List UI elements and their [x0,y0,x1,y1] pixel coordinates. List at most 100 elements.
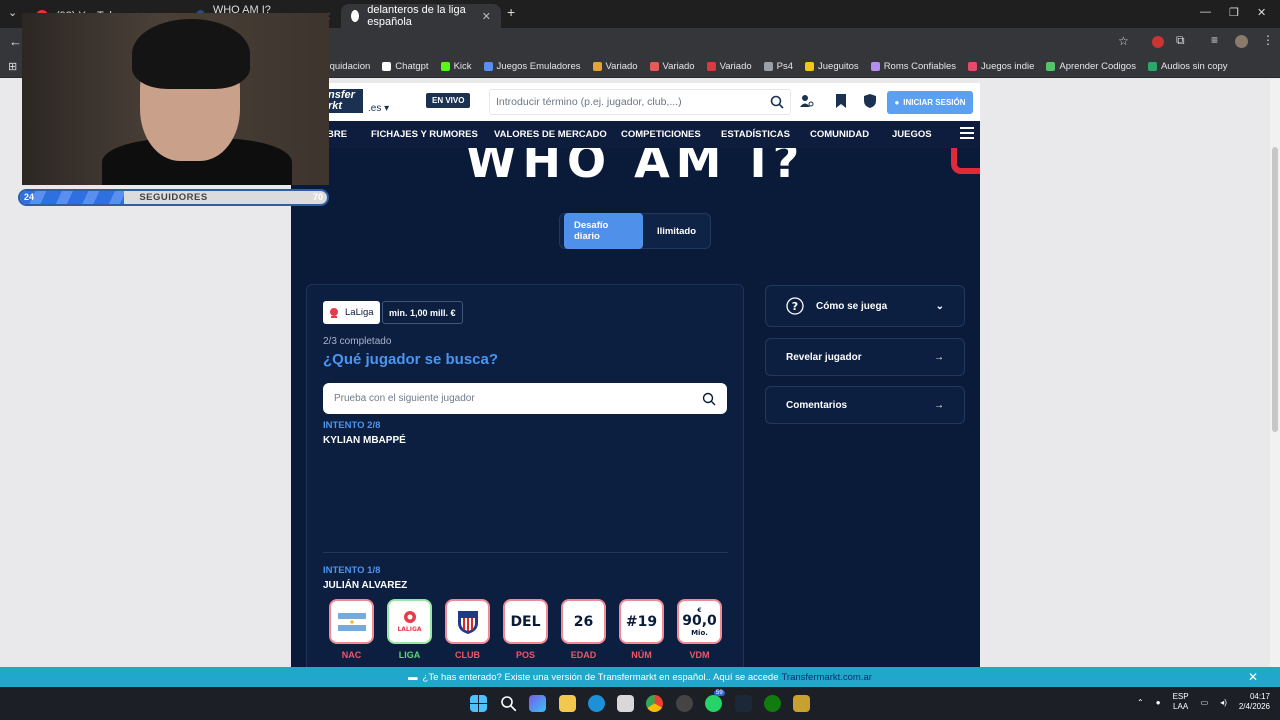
bookmark-favicon-icon [440,62,450,71]
chrome-icon[interactable] [646,695,663,712]
edge-icon[interactable] [588,695,605,712]
comments-button[interactable]: Comentarios → [765,386,965,424]
browser-menu-icon[interactable]: ⋮ [1262,33,1274,47]
attempt-label: INTENTO 1/8 [323,565,381,576]
bookmark-item[interactable]: Variado [649,61,695,72]
attempt-player-name: JULIÁN ALVAREZ [323,580,408,591]
nav-item-valores[interactable]: VALORES DE MERCADO [494,129,607,140]
app-icon[interactable] [676,695,693,712]
value-filter-pill[interactable]: min. 1,00 mill. € [382,301,463,324]
tab-list-icon[interactable]: ⌄ [8,6,17,19]
nav-item-estadisticas[interactable]: ESTADÍSTICAS [721,129,790,140]
login-label: INICIAR SESIÓN [903,98,966,107]
media-control-icon[interactable]: ≡ [1211,33,1218,47]
file-explorer-icon[interactable] [559,695,576,712]
tab-google-search[interactable]: delanteros de la liga española ✕ [341,4,501,28]
player-guess-input[interactable]: Prueba con el siguiente jugador [323,383,727,414]
clue-box [445,599,490,644]
search-icon[interactable] [702,392,716,406]
live-button[interactable]: EN VIVO [426,93,471,108]
locale-link[interactable]: Transfermarkt.com.ar [781,672,871,683]
whatsapp-icon[interactable]: 59 [705,690,725,712]
close-window-icon[interactable]: ✕ [1257,6,1266,19]
minimize-icon[interactable]: — [1200,6,1211,18]
bookmark-favicon-icon [1046,62,1056,71]
search-icon[interactable] [500,695,517,712]
tab-label: delanteros de la liga española [367,4,466,28]
tab-unlimited[interactable]: Ilimitado [647,219,706,244]
bookmark-item[interactable]: Roms Confiables [870,61,956,72]
bookmark-item[interactable]: Ps4 [763,61,793,72]
site-search-input[interactable]: Introducir término (p.ej. jugador, club,… [489,89,791,115]
user-search-icon[interactable] [799,93,815,109]
login-button[interactable]: ● INICIAR SESIÓN [887,91,973,114]
close-tab-icon[interactable]: ✕ [482,10,491,23]
store-icon[interactable] [617,695,634,712]
app-icon[interactable] [793,695,810,712]
new-tab-icon[interactable]: + [507,4,515,20]
volume-icon[interactable]: ◂) [1220,698,1227,707]
locale-label: .es [368,103,382,114]
chevron-up-icon[interactable]: ⌃ [1137,698,1144,707]
microphone-icon[interactable]: ● [1156,698,1161,707]
bookmark-item[interactable]: Juegos Emuladores [483,61,581,72]
attempt-label: INTENTO 2/8 [323,420,381,431]
bookmark-item[interactable]: Aprender Codigos [1046,61,1136,72]
clock-date: 2/4/2026 [1238,702,1270,711]
nav-item-juegos[interactable]: JUEGOS [892,129,932,140]
laliga-icon [330,307,338,318]
clock-time: 04:17 [1249,692,1270,701]
bookmark-item[interactable]: Kick [440,61,472,72]
nav-item-fichajes[interactable]: FICHAJES Y RUMORES [371,129,478,140]
bookmark-item[interactable]: Audios sin copy [1147,61,1228,72]
decorative-accent [951,148,980,174]
reveal-player-button[interactable]: Revelar jugador → [765,338,965,376]
extensions-puzzle-icon[interactable]: ⧉ [1176,33,1185,48]
close-icon[interactable]: ✕ [1248,670,1258,684]
profile-avatar[interactable] [1235,35,1248,48]
bookmark-item[interactable]: Variado [706,61,752,72]
bookmark-item[interactable]: Variado [592,61,638,72]
bookmark-star-icon[interactable]: ☆ [1118,34,1129,48]
google-icon [351,10,360,22]
shield-icon[interactable] [862,93,878,109]
watchlist-icon[interactable] [833,93,849,109]
help-icon: ? [786,297,804,315]
bookmark-favicon-icon [968,62,978,71]
arrow-right-icon: → [934,399,944,411]
hamburger-menu-icon[interactable] [960,127,974,141]
nav-item-inicio[interactable]: BRE [327,129,347,140]
transfermarkt-logo[interactable]: nsfer rkt [325,89,363,113]
steam-icon[interactable] [735,695,752,712]
atletico-madrid-crest-icon [457,610,478,634]
bookmark-item[interactable]: Jueguitos [805,61,859,72]
restore-icon[interactable]: ❐ [1229,6,1239,19]
apps-grid-icon[interactable]: ⊞ [8,60,17,73]
bookmark-label: Juegos Emuladores [496,61,581,72]
search-icon[interactable] [770,95,784,109]
how-to-play-toggle[interactable]: ? Cómo se juega ⌄ [765,285,965,327]
scrollbar-thumb[interactable] [1272,147,1278,432]
tab-daily-challenge[interactable]: Desafío diario [564,213,643,249]
extension-icon[interactable] [1152,36,1164,48]
xbox-icon[interactable] [764,695,781,712]
league-filter-pill[interactable]: LaLiga [323,301,380,324]
nav-item-competiciones[interactable]: COMPETICIONES [621,129,701,140]
bookmark-favicon-icon [805,62,815,71]
bookmark-favicon-icon [870,62,880,71]
argentina-flag-icon [337,612,366,631]
network-icon[interactable]: ▭ [1201,698,1209,707]
bookmark-item[interactable]: Chatgpt [382,61,429,72]
locale-selector[interactable]: .es ▾ [368,103,389,114]
bookmark-item[interactable]: Juegos indie [968,61,1034,72]
page-scrollbar[interactable] [1270,79,1280,667]
copilot-icon[interactable] [529,695,546,712]
nav-item-comunidad[interactable]: COMUNIDAD [810,129,869,140]
back-arrow-icon[interactable]: ← [9,34,22,49]
clock[interactable]: 04:17 2/4/2026 [1239,692,1270,712]
clue-label: NAC [341,650,362,660]
clue-box [329,599,374,644]
windows-start-icon[interactable] [470,695,487,712]
clue-label: VDM [689,650,710,660]
language-indicator[interactable]: ESP LAA [1173,692,1189,712]
